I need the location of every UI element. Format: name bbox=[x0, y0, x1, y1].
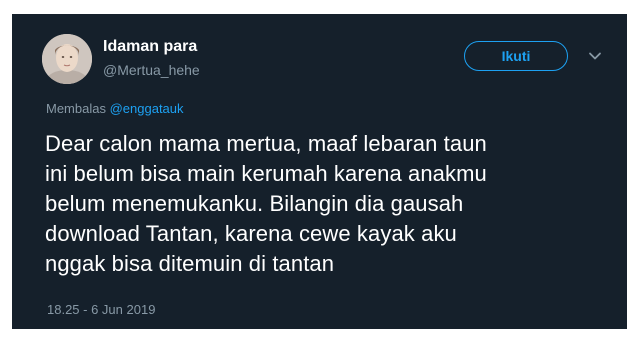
display-name[interactable]: Idaman para bbox=[103, 38, 197, 56]
follow-button[interactable]: Ikuti bbox=[464, 41, 568, 71]
tweet-text: Dear calon mama mertua, maaf lebaran tau… bbox=[45, 131, 487, 276]
reply-context: Membalas @enggatauk bbox=[46, 101, 184, 116]
user-handle[interactable]: @Mertua_hehe bbox=[103, 62, 200, 78]
tweet-timestamp[interactable]: 18.25 - 6 Jun 2019 bbox=[47, 302, 155, 317]
reply-prefix: Membalas bbox=[46, 101, 106, 116]
reply-mention-link[interactable]: @enggatauk bbox=[110, 101, 184, 116]
chevron-down-icon[interactable] bbox=[587, 48, 603, 64]
tweet-card: Idaman para @Mertua_hehe Ikuti Membalas … bbox=[12, 14, 627, 329]
avatar[interactable] bbox=[42, 34, 92, 84]
